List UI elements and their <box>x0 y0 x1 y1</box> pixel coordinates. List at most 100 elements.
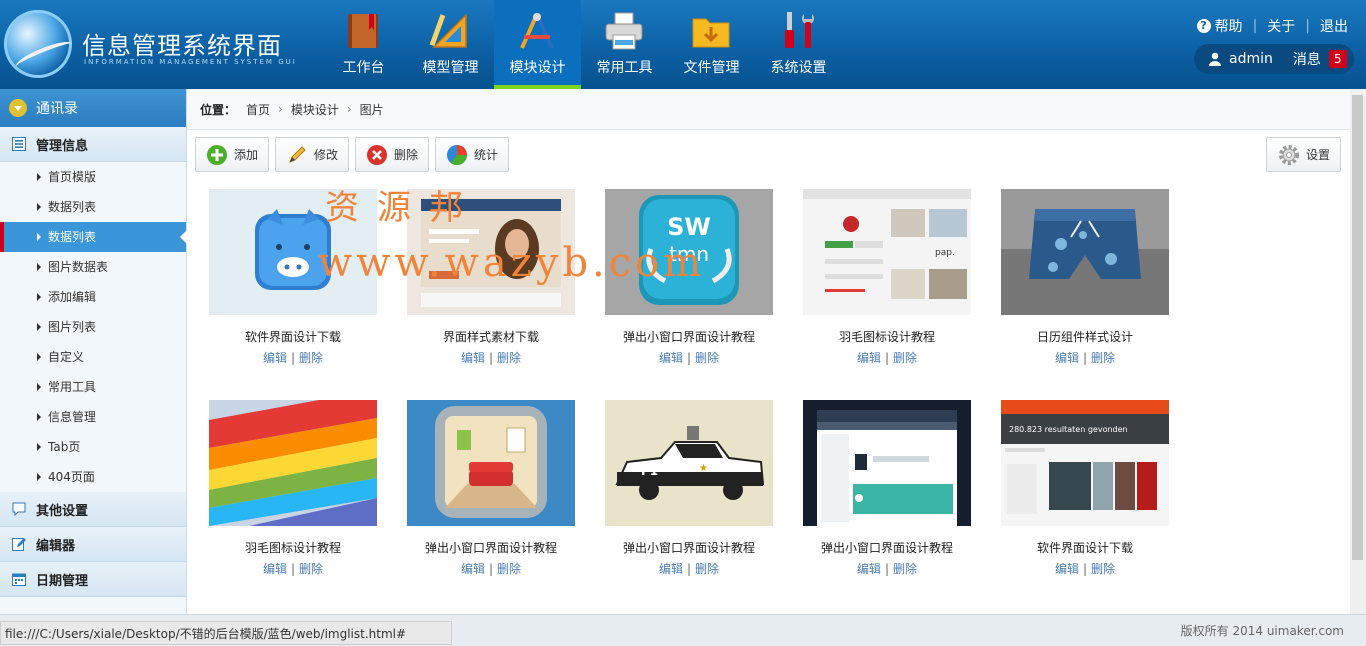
card-edit-link[interactable]: 编辑 <box>461 351 485 365</box>
sidebar-item-tab-page[interactable]: Tab页 <box>0 432 186 462</box>
sidebar-item-home-template[interactable]: 首页模版 <box>0 162 186 192</box>
link-divider: | <box>1305 18 1310 34</box>
room-interior-icon <box>407 400 575 526</box>
svg-text:tmn: tmn <box>669 242 709 266</box>
svg-text:★: ★ <box>699 463 708 474</box>
card-thumbnail[interactable]: P1 ★ <box>605 400 773 526</box>
browser-status-url: file:///C:/Users/xiale/Desktop/不错的后台模版/蓝… <box>0 621 452 645</box>
sidebar-item-data-list-active[interactable]: 数据列表 <box>0 222 187 252</box>
card-edit-link[interactable]: 编辑 <box>263 562 287 576</box>
card-delete-link[interactable]: 删除 <box>695 562 719 576</box>
card-delete-link[interactable]: 删除 <box>1091 562 1115 576</box>
sidebar-item-image-list[interactable]: 图片列表 <box>0 312 186 342</box>
nav-tab-workbench[interactable]: 工作台 <box>320 0 407 89</box>
card-actions: 编辑 | 删除 <box>1054 562 1116 576</box>
user-bar: admin 消息 5 <box>1194 44 1354 74</box>
card-actions: 编辑 | 删除 <box>856 562 918 576</box>
image-card: 界面样式素材下载 编辑 | 删除 <box>407 189 575 366</box>
card-thumbnail[interactable] <box>1001 189 1169 315</box>
sidebar-section-date-management[interactable]: 日期管理 <box>0 562 186 597</box>
breadcrumb-home[interactable]: 首页 <box>246 101 270 118</box>
settings-button[interactable]: 设置 <box>1266 137 1341 172</box>
card-edit-link[interactable]: 编辑 <box>1055 562 1079 576</box>
ruler-triangle-icon <box>429 13 467 48</box>
card-delete-link[interactable]: 删除 <box>299 351 323 365</box>
svg-text:SW: SW <box>667 213 711 241</box>
breadcrumb-module-design[interactable]: 模块设计 <box>291 101 339 118</box>
card-thumbnail[interactable] <box>407 400 575 526</box>
about-link[interactable]: 关于 <box>1267 16 1295 36</box>
card-edit-link[interactable]: 编辑 <box>659 351 683 365</box>
breadcrumb-label: 位置： <box>200 102 237 117</box>
image-card: 弹出小窗口界面设计教程 编辑 | 删除 <box>803 400 971 577</box>
card-delete-link[interactable]: 删除 <box>497 562 521 576</box>
card-edit-link[interactable]: 编辑 <box>659 562 683 576</box>
nav-tab-file-management[interactable]: 文件管理 <box>668 0 755 89</box>
app-logo: 信息管理系统界面 INFORMATION MANAGEMENT SYSTEM G… <box>0 0 300 89</box>
messages-link[interactable]: 消息 <box>1293 49 1321 69</box>
rainbow-fabric-image <box>209 400 377 526</box>
chevron-right-icon: › <box>346 102 352 116</box>
card-delete-link[interactable]: 删除 <box>695 351 719 365</box>
card-thumbnail[interactable] <box>407 189 575 315</box>
help-link[interactable]: 帮助 <box>1215 16 1243 36</box>
page-scrollbar[interactable] <box>1350 89 1366 614</box>
username[interactable]: admin <box>1229 51 1273 67</box>
gear-icon <box>1279 144 1299 165</box>
sidebar-item-common-tools[interactable]: 常用工具 <box>0 372 186 402</box>
card-thumbnail[interactable]: 280.823 resultaten gevonden <box>1001 400 1169 526</box>
sidebar-section-management[interactable]: 管理信息 <box>0 127 186 162</box>
sidebar-section-editor[interactable]: 编辑器 <box>0 527 186 562</box>
header-bar: 信息管理系统界面 INFORMATION MANAGEMENT SYSTEM G… <box>0 0 1366 89</box>
sidebar-item-data-list[interactable]: 数据列表 <box>0 192 186 222</box>
link-divider: | <box>1252 18 1258 34</box>
card-delete-link[interactable]: 删除 <box>893 562 917 576</box>
card-title: 羽毛图标设计教程 <box>244 541 341 555</box>
card-edit-link[interactable]: 编辑 <box>1055 351 1079 365</box>
top-nav: 工作台 模型管理 模块设计 常用工具 文件管理 系统设置 <box>320 0 842 89</box>
police-car-image: P1 ★ <box>605 400 773 526</box>
card-title: 弹出小窗口界面设计教程 <box>424 541 557 555</box>
card-thumbnail[interactable] <box>803 400 971 526</box>
real-estate-ui-image: pap. <box>803 189 971 315</box>
card-thumbnail[interactable]: pap. <box>803 189 971 315</box>
sidebar-item-image-data-table[interactable]: 图片数据表 <box>0 252 186 282</box>
sidebar-item-404-page[interactable]: 404页面 <box>0 462 186 492</box>
nav-tab-common-tools[interactable]: 常用工具 <box>581 0 668 89</box>
card-edit-link[interactable]: 编辑 <box>857 562 881 576</box>
card-edit-link[interactable]: 编辑 <box>857 351 881 365</box>
sidebar-item-info-management[interactable]: 信息管理 <box>0 402 186 432</box>
card-delete-link[interactable]: 删除 <box>1091 351 1115 365</box>
calendar-icon <box>12 573 26 586</box>
toolbar: 添加 修改 删除 统计 <box>195 137 515 172</box>
sidebar-item-add-edit[interactable]: 添加编辑 <box>0 282 186 312</box>
breadcrumb-images[interactable]: 图片 <box>360 101 384 118</box>
image-card: 软件界面设计下载 编辑 | 删除 <box>209 189 377 366</box>
edit-button[interactable]: 修改 <box>275 137 350 172</box>
card-title: 弹出小窗口界面设计教程 <box>622 330 755 344</box>
delete-button[interactable]: 删除 <box>355 137 430 172</box>
add-button[interactable]: 添加 <box>195 137 270 172</box>
sidebar-section-other-settings[interactable]: 其他设置 <box>0 492 186 527</box>
card-delete-link[interactable]: 删除 <box>299 562 323 576</box>
nav-tab-model-management[interactable]: 模型管理 <box>407 0 494 89</box>
card-thumbnail[interactable] <box>209 400 377 526</box>
logout-link[interactable]: 退出 <box>1320 16 1348 36</box>
card-edit-link[interactable]: 编辑 <box>263 351 287 365</box>
card-title: 日历组件样式设计 <box>1036 330 1133 344</box>
card-title: 软件界面设计下载 <box>1036 541 1133 555</box>
card-edit-link[interactable]: 编辑 <box>461 562 485 576</box>
stats-button[interactable]: 统计 <box>435 137 510 172</box>
card-thumbnail[interactable] <box>209 189 377 315</box>
card-delete-link[interactable]: 删除 <box>893 351 917 365</box>
image-card: 羽毛图标设计教程 编辑 | 删除 <box>209 400 377 577</box>
nav-tab-system-settings[interactable]: 系统设置 <box>755 0 842 89</box>
card-actions: 编辑 | 删除 <box>460 351 522 365</box>
top-links: ? 帮助 | 关于 | 退出 <box>1196 16 1348 36</box>
scrollbar-thumb[interactable] <box>1352 95 1363 560</box>
sidebar-contacts[interactable]: 通讯录 <box>0 89 186 127</box>
card-delete-link[interactable]: 删除 <box>497 351 521 365</box>
nav-tab-module-design[interactable]: 模块设计 <box>494 0 581 89</box>
sidebar-item-custom[interactable]: 自定义 <box>0 342 186 372</box>
card-thumbnail[interactable]: SW tmn <box>605 189 773 315</box>
